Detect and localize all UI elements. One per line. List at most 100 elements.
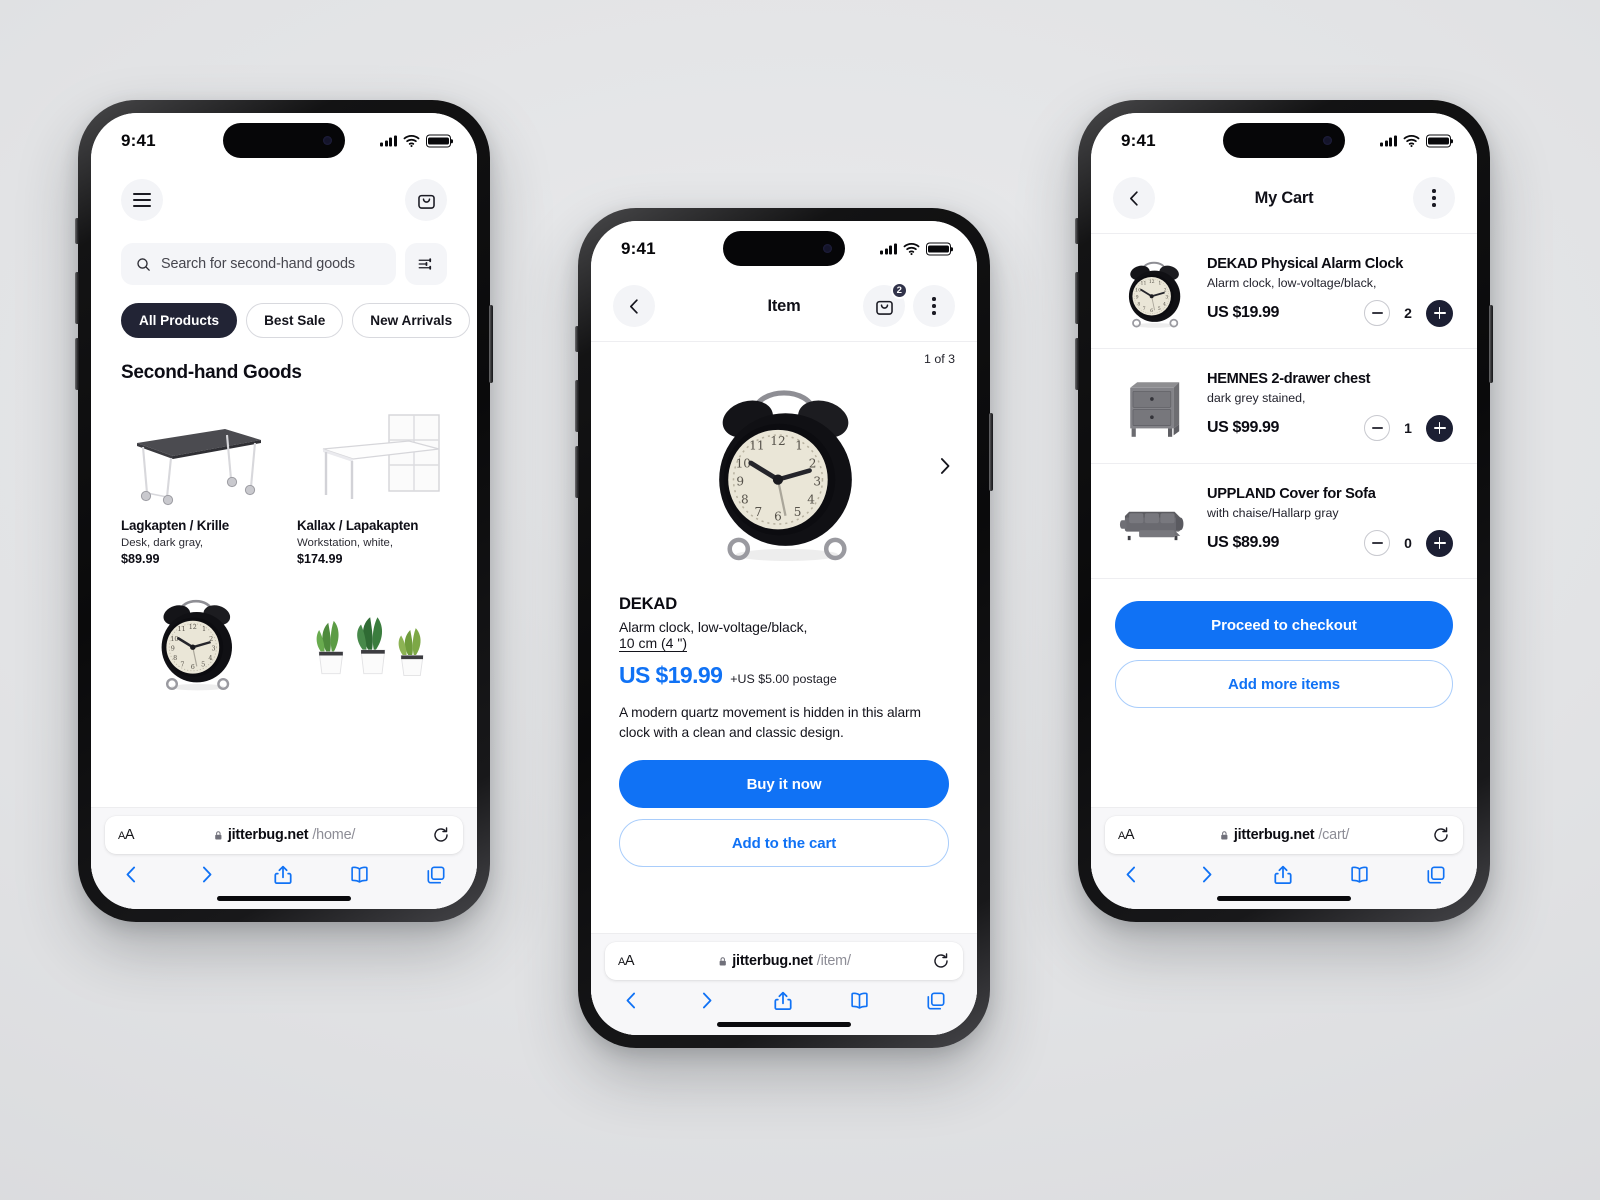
- tabs-button[interactable]: [425, 864, 447, 886]
- kebab-menu-icon: [1432, 189, 1436, 207]
- bookmarks-button[interactable]: [848, 989, 871, 1012]
- quantity-stepper: 1: [1364, 414, 1453, 442]
- text-size-button[interactable]: AA: [118, 827, 135, 843]
- increment-button[interactable]: [1426, 529, 1453, 557]
- alarm-clock-black-image: [693, 368, 875, 564]
- filter-chip-list[interactable]: All Products Best Sale New Arrivals Se: [91, 285, 477, 338]
- safari-toolbar: [605, 980, 963, 1020]
- product-gallery[interactable]: 1 of 3: [591, 342, 977, 590]
- share-button[interactable]: [772, 990, 794, 1012]
- browser-forward-button[interactable]: [696, 990, 717, 1011]
- add-to-cart-button[interactable]: Add to the cart: [619, 819, 949, 868]
- decrement-button[interactable]: [1364, 300, 1390, 326]
- book-icon: [1348, 863, 1371, 886]
- product-card[interactable]: Lagkapten / Krille Desk, dark gray, $89.…: [121, 400, 271, 566]
- cellular-bars-icon: [1380, 135, 1397, 147]
- cart-button[interactable]: [405, 179, 447, 221]
- filter-chip-new-arrivals[interactable]: New Arrivals: [352, 303, 471, 338]
- battery-icon: [926, 242, 951, 256]
- volume-down-button[interactable]: [75, 338, 79, 390]
- increment-button[interactable]: [1426, 414, 1453, 442]
- chevron-right-icon: [1196, 864, 1217, 885]
- url-text: jitterbug.net/item/: [717, 953, 851, 969]
- more-options-button[interactable]: [1413, 177, 1455, 219]
- reload-button[interactable]: [932, 952, 950, 970]
- browser-back-button[interactable]: [121, 864, 142, 885]
- volume-up-button[interactable]: [75, 272, 79, 324]
- silent-switch[interactable]: [575, 326, 579, 352]
- tabs-icon: [1425, 864, 1447, 886]
- more-options-button[interactable]: [913, 285, 955, 327]
- volume-down-button[interactable]: [575, 446, 579, 498]
- bookmarks-button[interactable]: [1348, 863, 1371, 886]
- silent-switch[interactable]: [75, 218, 79, 244]
- add-more-items-button[interactable]: Add more items: [1115, 660, 1453, 708]
- volume-up-button[interactable]: [1075, 272, 1079, 324]
- cart-item-description: with chaise/Hallarp gray: [1207, 505, 1339, 520]
- product-description: A modern quartz movement is hidden in th…: [619, 705, 921, 740]
- volume-up-button[interactable]: [575, 380, 579, 432]
- reload-button[interactable]: [1432, 826, 1450, 844]
- share-button[interactable]: [272, 864, 294, 886]
- search-input[interactable]: Search for second-hand goods: [121, 243, 396, 285]
- filter-chip-all-products[interactable]: All Products: [121, 303, 238, 338]
- product-dimension[interactable]: 10 cm (4 "): [619, 635, 949, 651]
- decrement-button[interactable]: [1364, 530, 1390, 556]
- cart-item-title: UPPLAND Cover for Sofa: [1207, 485, 1376, 502]
- decrement-button[interactable]: [1364, 415, 1390, 441]
- proceed-to-checkout-button[interactable]: Proceed to checkout: [1115, 601, 1453, 649]
- chevron-left-icon: [1125, 189, 1144, 208]
- lock-icon: [213, 830, 224, 841]
- cart-row[interactable]: HEMNES 2-drawer chest dark grey stained,…: [1091, 349, 1477, 464]
- product-card[interactable]: Kallax / Lapakapten Workstation, white, …: [297, 400, 447, 566]
- hamburger-menu-button[interactable]: [121, 179, 163, 221]
- cart-row[interactable]: DEKAD Physical Alarm Clock Alarm clock, …: [1091, 234, 1477, 349]
- bookmarks-button[interactable]: [348, 863, 371, 886]
- silent-switch[interactable]: [1075, 218, 1079, 244]
- buy-it-now-button[interactable]: Buy it now: [619, 760, 949, 809]
- browser-forward-button[interactable]: [196, 864, 217, 885]
- quantity-stepper: 2: [1364, 299, 1453, 327]
- power-button[interactable]: [489, 305, 493, 383]
- browser-back-button[interactable]: [621, 990, 642, 1011]
- chevron-left-icon: [621, 990, 642, 1011]
- chevron-left-icon: [1121, 864, 1142, 885]
- volume-down-button[interactable]: [1075, 338, 1079, 390]
- address-bar[interactable]: AA jitterbug.net/item/: [605, 942, 963, 980]
- product-card[interactable]: [121, 570, 271, 700]
- home-top-bar: [91, 165, 477, 221]
- address-bar[interactable]: AA jitterbug.net/home/: [105, 816, 463, 854]
- cart-row[interactable]: UPPLAND Cover for Sofa with chaise/Halla…: [1091, 464, 1477, 579]
- gallery-next-button[interactable]: [934, 456, 955, 477]
- text-size-button[interactable]: AA: [1118, 827, 1135, 843]
- reload-button[interactable]: [432, 826, 450, 844]
- product-subtitle: Alarm clock, low-voltage/black,: [619, 619, 808, 635]
- alarm-clock-black-image: [148, 588, 244, 692]
- filter-button[interactable]: [405, 243, 447, 285]
- filter-chip-best-sale[interactable]: Best Sale: [246, 303, 344, 338]
- cart-item-price: US $99.99: [1207, 419, 1280, 436]
- browser-back-button[interactable]: [1121, 864, 1142, 885]
- power-button[interactable]: [989, 413, 993, 491]
- lock-icon: [1219, 830, 1230, 841]
- back-button[interactable]: [613, 285, 655, 327]
- product-brand: DEKAD: [619, 594, 678, 613]
- back-button[interactable]: [1113, 177, 1155, 219]
- tabs-button[interactable]: [1425, 864, 1447, 886]
- reload-icon: [1432, 826, 1450, 844]
- cart-item-image: [1115, 252, 1193, 330]
- minus-icon: [1371, 542, 1383, 544]
- increment-button[interactable]: [1426, 299, 1453, 327]
- home-indicator: [1217, 896, 1351, 901]
- item-actions: Buy it now Add to the cart: [591, 742, 977, 868]
- text-size-button[interactable]: AA: [618, 953, 635, 969]
- share-button[interactable]: [1272, 864, 1294, 886]
- product-card[interactable]: [297, 570, 447, 700]
- phone-cart-screen: 9:41 My Cart DEKAD Physical Alarm Clock …: [1075, 100, 1493, 922]
- power-button[interactable]: [1489, 305, 1493, 383]
- address-bar[interactable]: AA jitterbug.net/cart/: [1105, 816, 1463, 854]
- browser-forward-button[interactable]: [1196, 864, 1217, 885]
- tabs-button[interactable]: [925, 990, 947, 1012]
- reload-icon: [932, 952, 950, 970]
- cart-button[interactable]: 2: [863, 282, 908, 327]
